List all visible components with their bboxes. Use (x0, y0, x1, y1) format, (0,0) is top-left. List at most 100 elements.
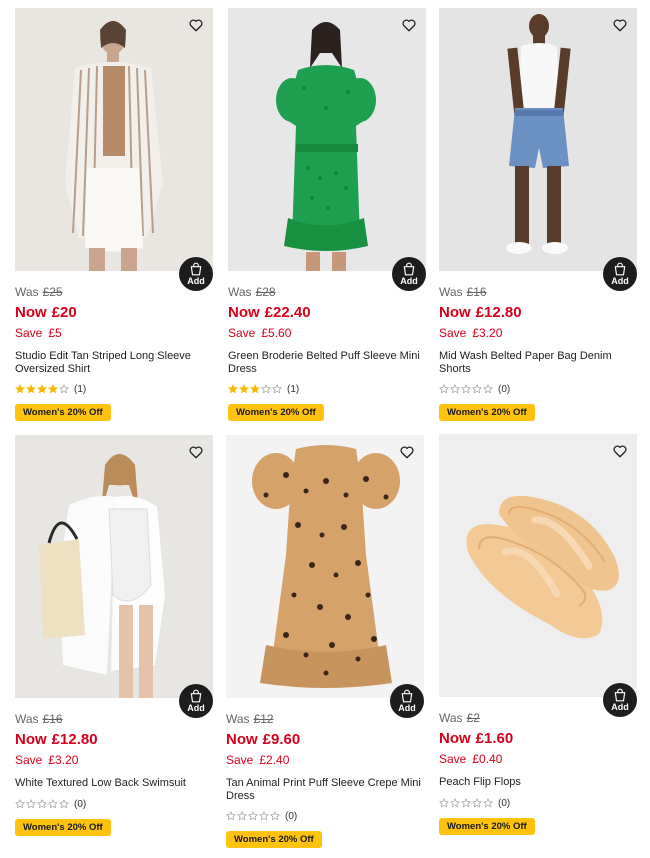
rating-count: (1) (287, 383, 300, 395)
now-label: Now (226, 731, 258, 748)
product-photo (15, 8, 213, 271)
product-title[interactable]: Peach Flip Flops (439, 776, 637, 790)
price-block: Was £16 Now £12.80 Save £3.20 (439, 283, 637, 342)
star-icon (250, 384, 260, 394)
favourite-button[interactable] (185, 14, 207, 36)
star-icon (450, 384, 460, 394)
price-block: Was £12 Now £9.60 Save £2.40 (226, 710, 424, 769)
star-rating (15, 799, 69, 809)
favourite-button[interactable] (398, 14, 420, 36)
add-label: Add (611, 276, 629, 286)
star-icon (237, 811, 247, 821)
add-to-basket-button[interactable]: Add (390, 684, 424, 718)
product-image[interactable] (226, 435, 424, 698)
save-label: Save (226, 753, 254, 767)
product-image[interactable] (439, 8, 637, 271)
rating[interactable]: (0) (439, 796, 637, 810)
product-image[interactable] (439, 434, 637, 697)
price-block: Was £25 Now £20 Save £5 (15, 283, 213, 342)
rating-count: (0) (74, 798, 87, 810)
favourite-button[interactable] (185, 441, 207, 463)
star-icon (259, 811, 269, 821)
now-price: Now £12.80 (15, 729, 213, 751)
star-icon (37, 799, 47, 809)
shopping-bag-icon (190, 262, 202, 276)
product-photo (226, 435, 424, 698)
product-card[interactable]: Add Was £12 Now £9.60 Save £2.40 Tan Animal… (226, 435, 424, 848)
now-label: Now (439, 304, 471, 321)
save-amount-value: £5.60 (261, 326, 292, 340)
now-label: Now (228, 304, 260, 321)
star-icon (48, 799, 58, 809)
product-card[interactable]: Add Was £28 Now £22.40 Save £5.60 Green Bro… (228, 8, 426, 421)
star-icon (270, 811, 280, 821)
now-price: Now £12.80 (439, 302, 637, 324)
favourite-button[interactable] (609, 440, 631, 462)
now-price-value: £22.40 (264, 304, 311, 321)
star-icon (239, 384, 249, 394)
star-icon (461, 384, 471, 394)
add-to-basket-button[interactable]: Add (179, 684, 213, 718)
product-title[interactable]: Green Broderie Belted Puff Sleeve Mini D… (228, 350, 426, 376)
heart-outline-icon (189, 446, 203, 458)
now-label: Now (439, 730, 471, 747)
save-label: Save (439, 752, 467, 766)
star-icon (15, 384, 25, 394)
product-photo (439, 8, 637, 271)
rating[interactable]: (0) (439, 382, 637, 396)
price-block: Was £28 Now £22.40 Save £5.60 (228, 283, 426, 342)
was-price-value: £12 (253, 712, 274, 726)
product-title[interactable]: Mid Wash Belted Paper Bag Denim Shorts (439, 350, 637, 376)
save-amount: Save £5.60 (228, 324, 426, 342)
shopping-bag-icon (614, 688, 626, 702)
rating[interactable]: (0) (15, 797, 213, 811)
was-label: Was (226, 712, 250, 726)
save-label: Save (15, 753, 43, 767)
rating[interactable]: (1) (228, 382, 426, 396)
heart-outline-icon (189, 19, 203, 31)
product-title[interactable]: White Textured Low Back Swimsuit (15, 777, 213, 791)
favourite-button[interactable] (396, 441, 418, 463)
product-photo (15, 435, 213, 698)
product-title[interactable]: Tan Animal Print Puff Sleeve Crepe Mini … (226, 777, 424, 803)
product-card[interactable]: Add Was £16 Now £12.80 Save £3.20 White Tex… (15, 435, 213, 836)
add-to-basket-button[interactable]: Add (392, 257, 426, 291)
favourite-button[interactable] (609, 14, 631, 36)
star-rating (439, 798, 493, 808)
product-photo (228, 8, 426, 271)
add-label: Add (611, 702, 629, 712)
star-icon (59, 384, 69, 394)
save-label: Save (15, 326, 43, 340)
price-block: Was £16 Now £12.80 Save £3.20 (15, 710, 213, 769)
product-card[interactable]: Add Was £25 Now £20 Save £5 Studio Edit Tan… (15, 8, 213, 421)
star-rating (439, 384, 493, 394)
promo-badge: Women's 20% Off (439, 404, 535, 421)
star-icon (472, 384, 482, 394)
was-label: Was (439, 285, 463, 299)
product-card[interactable]: Add Was £16 Now £12.80 Save £3.20 Mid Wash … (439, 8, 637, 421)
rating[interactable]: (1) (15, 382, 213, 396)
save-amount: Save £0.40 (439, 750, 637, 768)
add-to-basket-button[interactable]: Add (179, 257, 213, 291)
product-image[interactable] (15, 435, 213, 698)
add-to-basket-button[interactable]: Add (603, 257, 637, 291)
star-icon (272, 384, 282, 394)
add-label: Add (398, 703, 416, 713)
rating[interactable]: (0) (226, 809, 424, 823)
save-amount-value: £3.20 (48, 753, 79, 767)
now-label: Now (15, 731, 47, 748)
was-price-value: £16 (42, 712, 63, 726)
add-to-basket-button[interactable]: Add (603, 683, 637, 717)
star-icon (261, 384, 271, 394)
save-amount: Save £5 (15, 324, 213, 342)
product-card[interactable]: Add Was £2 Now £1.60 Save £0.40 Peach Flip … (439, 434, 637, 835)
was-label: Was (228, 285, 252, 299)
now-price: Now £22.40 (228, 302, 426, 324)
product-title[interactable]: Studio Edit Tan Striped Long Sleeve Over… (15, 350, 213, 376)
product-image[interactable] (15, 8, 213, 271)
price-block: Was £2 Now £1.60 Save £0.40 (439, 709, 637, 768)
promo-badge: Women's 20% Off (15, 819, 111, 836)
promo-badge: Women's 20% Off (228, 404, 324, 421)
promo-badge: Women's 20% Off (439, 818, 535, 835)
product-image[interactable] (228, 8, 426, 271)
